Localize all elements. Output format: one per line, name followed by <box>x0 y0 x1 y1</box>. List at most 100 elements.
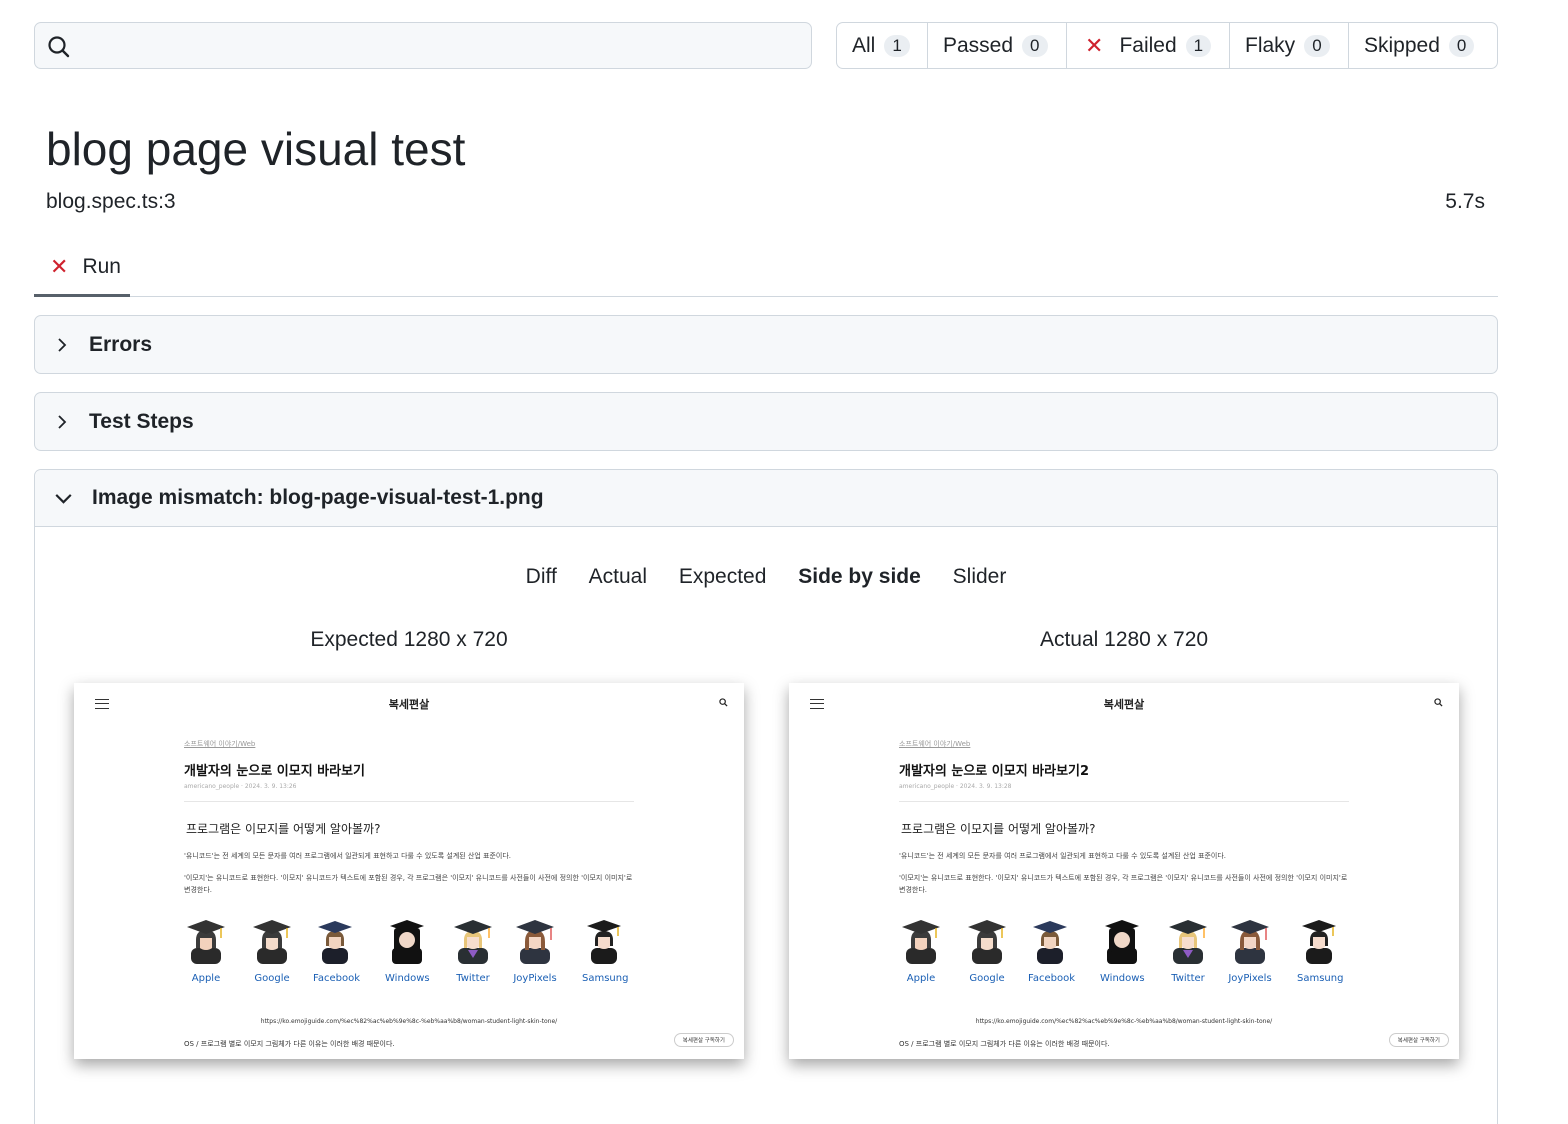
emoji-woman-student-icon <box>253 920 291 964</box>
emoji-apple: Apple <box>899 918 943 984</box>
vendor-label[interactable]: Windows <box>1100 973 1145 984</box>
filter-skipped[interactable]: Skipped 0 <box>1349 23 1497 68</box>
section-title: Image mismatch: blog-page-visual-test-1.… <box>92 486 544 509</box>
close-icon: ✕ <box>50 254 69 279</box>
filter-label: Passed <box>943 33 1014 57</box>
emoji-woman-student-icon <box>187 920 225 964</box>
emoji-windows: Windows <box>1100 918 1145 984</box>
emoji-joypixels: JoyPixels <box>513 918 557 984</box>
vendor-label[interactable]: Twitter <box>451 973 495 984</box>
emoji-woman-student-icon <box>1231 920 1269 964</box>
vendor-label[interactable]: Google <box>965 973 1009 984</box>
chevron-right-icon <box>58 337 67 352</box>
blog-paragraph: '이모지'는 유니코드로 표현한다. '이모지' 유니코드가 텍스트에 포함된 … <box>899 874 1348 894</box>
emoji-woman-student-icon <box>1105 920 1139 964</box>
blog-brand: 복세편살 <box>388 698 430 711</box>
emoji-woman-student-icon <box>587 920 621 964</box>
view-side-by-side[interactable]: Side by side <box>798 565 921 589</box>
filter-failed[interactable]: ✕ Failed 1 <box>1067 23 1230 68</box>
section-title: Errors <box>89 332 153 356</box>
emoji-woman-student-icon <box>318 921 352 964</box>
tab-label: Run <box>82 255 121 278</box>
search-icon <box>48 36 70 58</box>
vendor-label[interactable]: JoyPixels <box>1228 973 1272 984</box>
view-slider[interactable]: Slider <box>953 565 1007 589</box>
test-duration: 5.7s <box>1445 190 1485 213</box>
blog-heading: 프로그램은 이모지를 어떻게 알아볼까? <box>186 822 381 836</box>
blog-post-meta: americano_people · 2024. 3. 9. 13:26 <box>184 783 297 790</box>
filter-count: 1 <box>884 34 910 57</box>
test-steps-header[interactable]: Test Steps <box>35 393 1497 450</box>
emoji-woman-student-icon <box>902 920 940 964</box>
chevron-down-icon <box>55 493 72 504</box>
filter-count: 1 <box>1185 34 1212 57</box>
filter-label: All <box>852 33 876 57</box>
run-tabs: ✕ Run <box>34 240 1498 297</box>
vendor-label[interactable]: Facebook <box>313 973 360 984</box>
vendor-label[interactable]: Google <box>250 973 294 984</box>
view-expected[interactable]: Expected <box>679 565 767 589</box>
source-url[interactable]: https://ko.emojiguide.com/%ec%82%ac%eb%9… <box>789 1018 1459 1025</box>
subscribe-button[interactable]: 복세편살 구독하기 <box>673 1033 734 1047</box>
filter-count: 0 <box>1448 34 1475 57</box>
emoji-woman-student-icon <box>1033 921 1067 964</box>
filter-label: Skipped <box>1364 33 1440 57</box>
blog-paragraph: '이모지'는 유니코드로 표현한다. '이모지' 유니코드가 텍스트에 포함된 … <box>184 874 633 894</box>
search-box[interactable] <box>34 22 812 69</box>
filter-label: Flaky <box>1245 33 1296 57</box>
vendor-label[interactable]: Apple <box>184 973 228 984</box>
vendor-label[interactable]: Samsung <box>1297 973 1343 984</box>
emoji-apple: Apple <box>184 918 228 984</box>
section-title: Test Steps <box>89 409 194 433</box>
filter-flaky[interactable]: Flaky 0 <box>1230 23 1349 68</box>
actual-caption: Actual 1280 x 720 <box>1039 628 1209 651</box>
vendor-label[interactable]: Windows <box>385 973 430 984</box>
source-url[interactable]: https://ko.emojiguide.com/%ec%82%ac%eb%9… <box>74 1018 744 1025</box>
emoji-twitter: Twitter <box>1166 918 1210 984</box>
subscribe-button[interactable]: 복세편살 구독하기 <box>1388 1033 1449 1047</box>
view-diff[interactable]: Diff <box>526 565 557 589</box>
blog-heading: 프로그램은 이모지를 어떻게 알아볼까? <box>901 822 1096 836</box>
emoji-woman-student-icon <box>454 920 492 964</box>
emoji-twitter: Twitter <box>451 918 495 984</box>
vendor-label[interactable]: Facebook <box>1028 973 1075 984</box>
divider <box>899 801 1349 802</box>
image-mismatch-header[interactable]: Image mismatch: blog-page-visual-test-1.… <box>35 470 1497 527</box>
vendor-label[interactable]: Apple <box>899 973 943 984</box>
status-filters: All 1 Passed 0 ✕ Failed 1 Flaky 0 Skippe… <box>836 22 1498 69</box>
search-input[interactable] <box>83 23 803 68</box>
vendor-label[interactable]: Twitter <box>1166 973 1210 984</box>
emoji-woman-student-icon <box>968 920 1006 964</box>
tab-run[interactable]: ✕ Run <box>34 240 130 297</box>
view-actual[interactable]: Actual <box>589 565 647 589</box>
emoji-facebook: Facebook <box>313 918 360 984</box>
errors-header[interactable]: Errors <box>35 316 1497 373</box>
emoji-woman-student-icon <box>390 920 424 964</box>
blog-brand: 복세편살 <box>1103 698 1145 711</box>
search-icon <box>1434 698 1443 707</box>
blog-category: 소프트웨어 이야기/Web <box>184 740 256 748</box>
image-view-tabs: Diff Actual Expected Side by side Slider <box>35 565 1497 589</box>
blog-paragraph: '유니코드'는 전 세계의 모든 문자를 여러 프로그램에서 일관되게 표현하고… <box>899 852 1227 860</box>
blog-post-title: 개발자의 눈으로 이모지 바라보기 <box>184 764 366 779</box>
blog-paragraph: '유니코드'는 전 세계의 모든 문자를 여러 프로그램에서 일관되게 표현하고… <box>184 852 512 860</box>
test-steps-section: Test Steps <box>34 392 1498 451</box>
emoji-google: Google <box>965 918 1009 984</box>
chevron-right-icon <box>58 414 67 429</box>
vendor-label[interactable]: Samsung <box>582 973 628 984</box>
emoji-joypixels: JoyPixels <box>1228 918 1272 984</box>
filter-count: 0 <box>1304 34 1330 57</box>
errors-section: Errors <box>34 315 1498 374</box>
test-file-location[interactable]: blog.spec.ts:3 <box>46 190 176 214</box>
vendor-label[interactable]: JoyPixels <box>513 973 557 984</box>
filter-passed[interactable]: Passed 0 <box>928 23 1067 68</box>
expected-image[interactable]: 복세편살 소프트웨어 이야기/Web 개발자의 눈으로 이모지 바라보기 ame… <box>74 683 744 1059</box>
actual-image[interactable]: 복세편살 소프트웨어 이야기/Web 개발자의 눈으로 이모지 바라보기2 am… <box>789 683 1459 1059</box>
blog-paragraph: OS / 프로그램 별로 이모지 그림체가 다른 이유는 이러한 배경 때문이다… <box>184 1040 395 1048</box>
emoji-woman-student-icon <box>516 920 554 964</box>
expected-caption: Expected 1280 x 720 <box>310 628 508 651</box>
filter-all[interactable]: All 1 <box>837 23 928 68</box>
image-mismatch-section: Image mismatch: blog-page-visual-test-1.… <box>34 469 1498 1124</box>
emoji-samsung: Samsung <box>1297 918 1343 984</box>
blog-paragraph: OS / 프로그램 별로 이모지 그림체가 다른 이유는 이러한 배경 때문이다… <box>899 1040 1110 1048</box>
